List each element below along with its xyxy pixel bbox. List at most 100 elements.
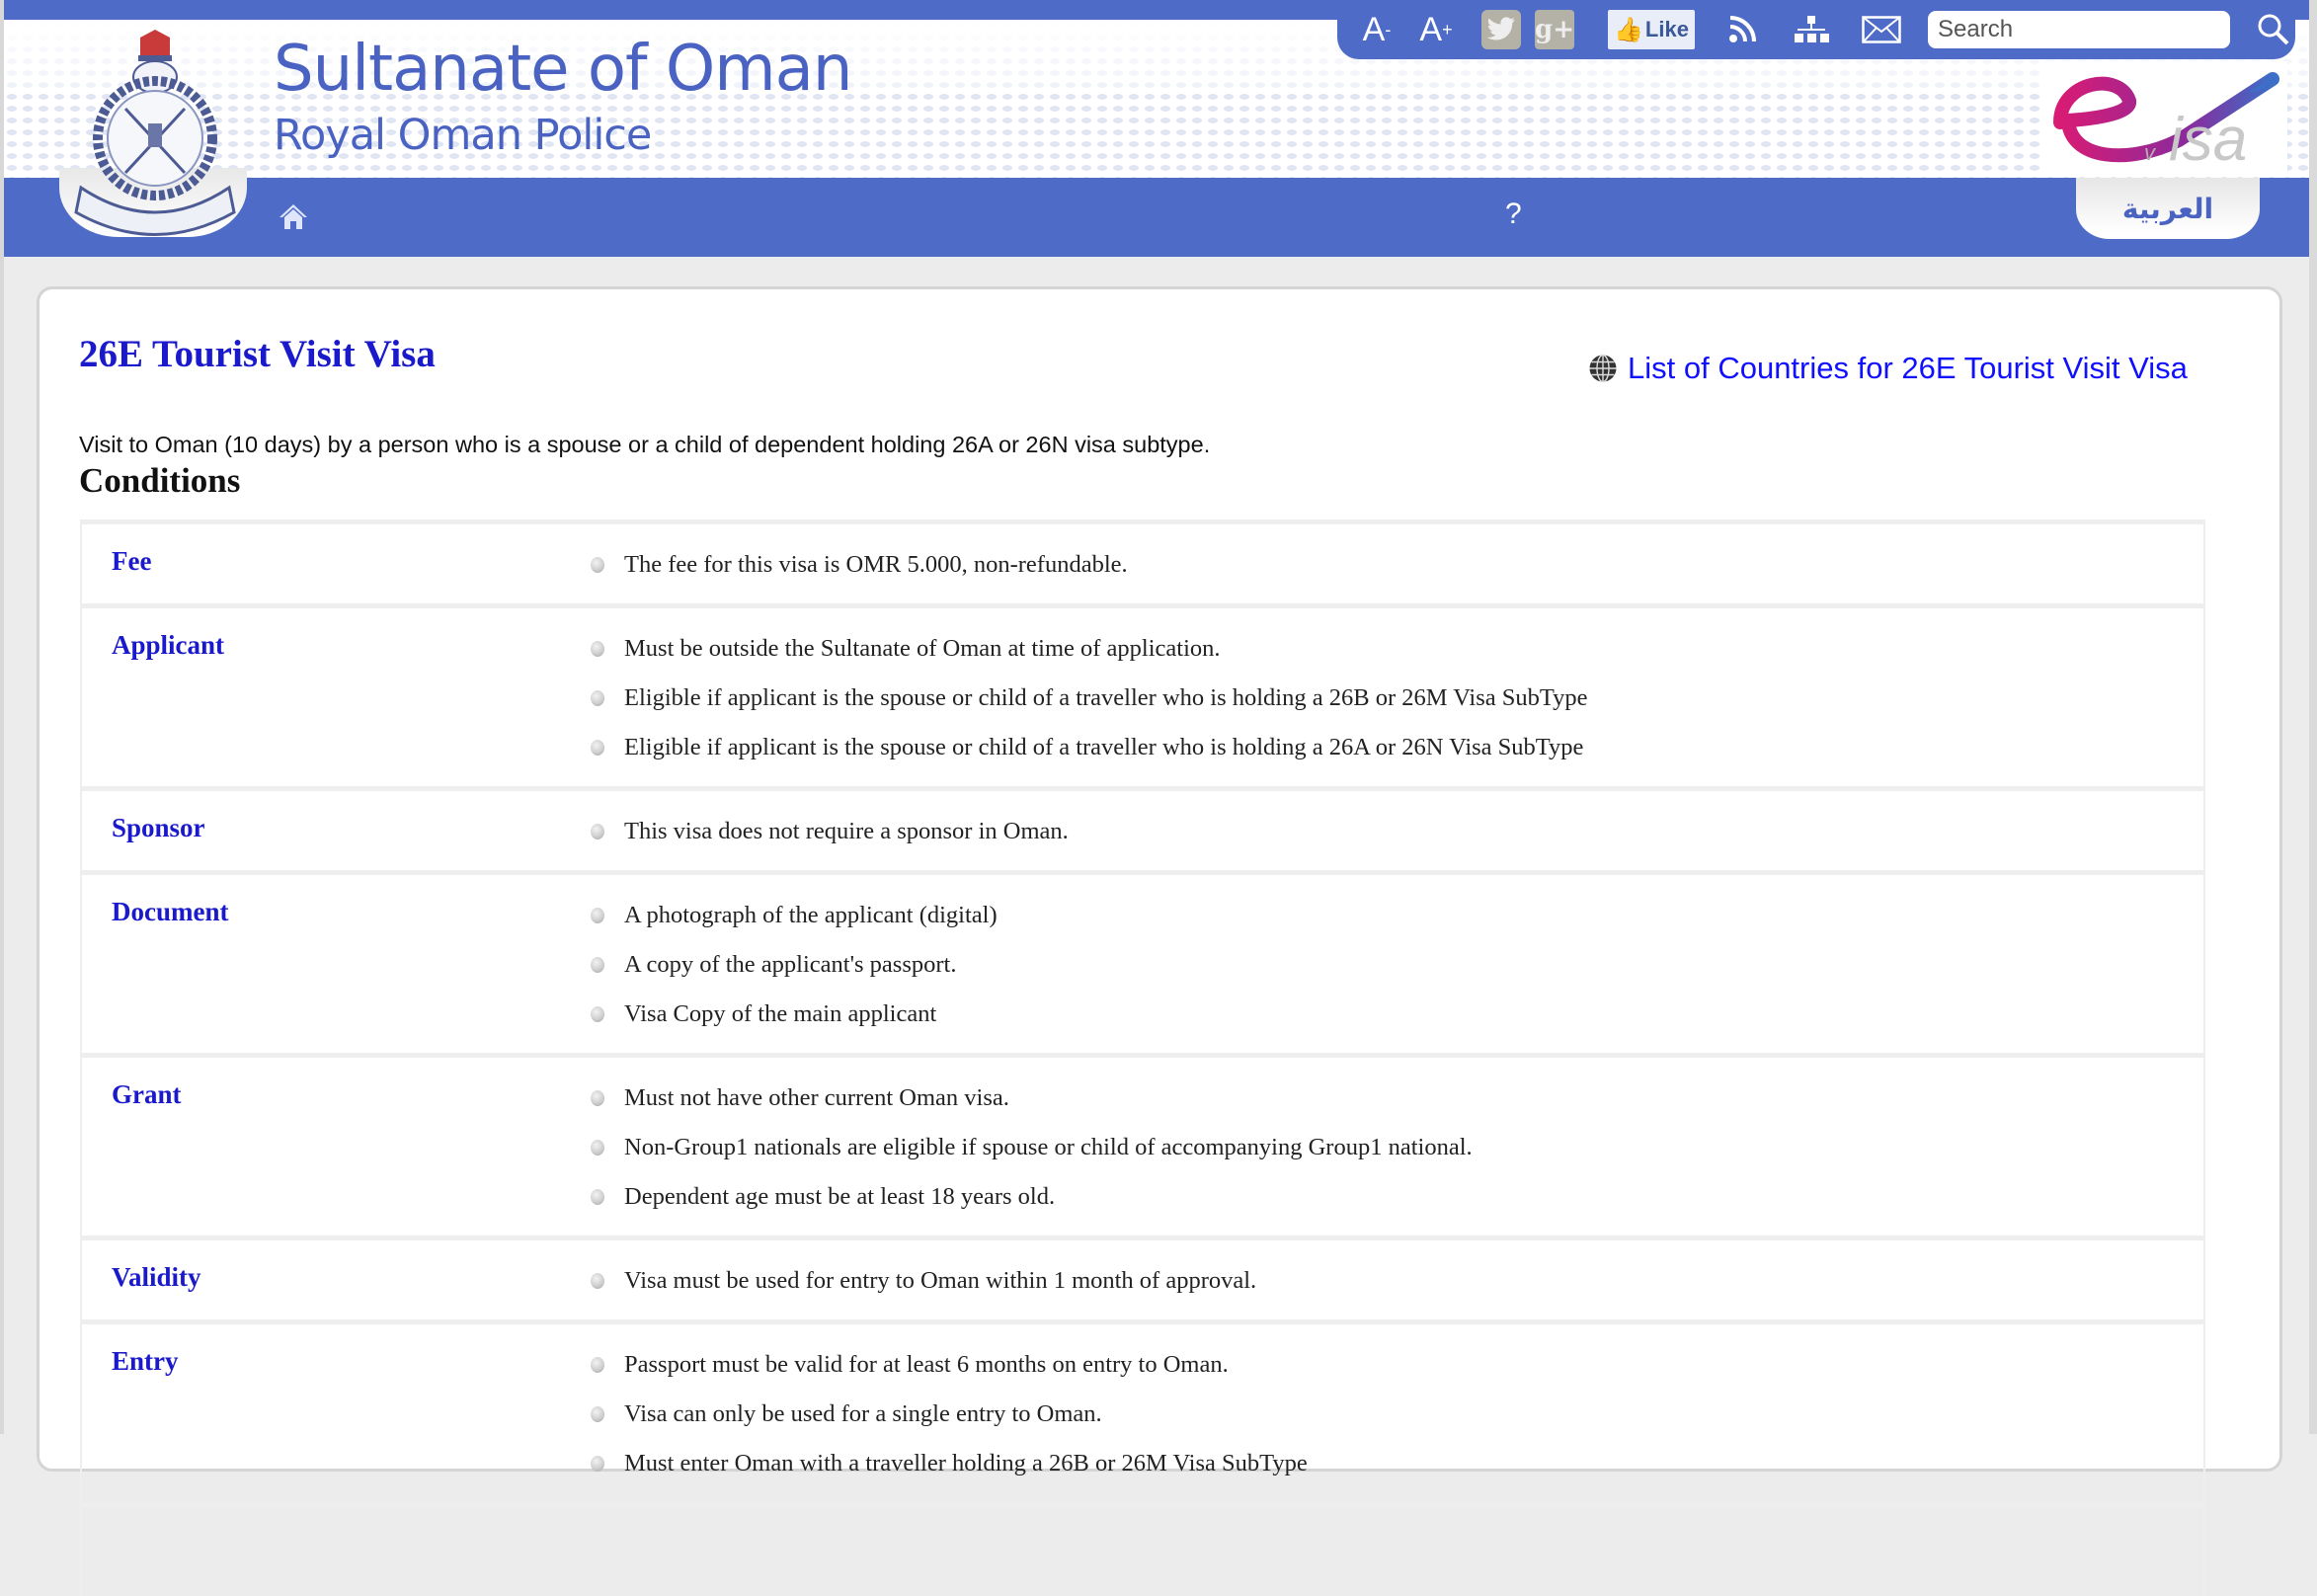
condition-item-text: Eligible if applicant is the spouse or c…: [624, 734, 1584, 760]
bullet-icon: [591, 690, 604, 706]
condition-item: Passport must be valid for at least 6 mo…: [591, 1340, 1308, 1390]
bullet-icon: [591, 1406, 604, 1422]
condition-item: Must not have other current Oman visa.: [591, 1074, 1473, 1123]
like-label: Like: [1644, 17, 1689, 41]
condition-item: Non-Group1 nationals are eligible if spo…: [591, 1123, 1473, 1172]
condition-item: Visa must be used for entry to Oman with…: [591, 1256, 1256, 1306]
twitter-icon[interactable]: [1481, 10, 1521, 49]
conditions-heading: Conditions: [79, 461, 241, 500]
bullet-icon: [591, 957, 604, 973]
visa-details-card: 26E Tourist Visit Visa List of Countries…: [37, 286, 2282, 1596]
home-icon[interactable]: [279, 201, 308, 231]
condition-item: Visa Copy of the main applicant: [591, 990, 998, 1039]
site-subtitle: Royal Oman Police: [274, 111, 652, 160]
thumbs-up-icon: 👍: [1614, 16, 1643, 43]
condition-item-text: Must not have other current Oman visa.: [624, 1084, 1009, 1111]
increase-font-label: A: [1419, 10, 1443, 48]
condition-item-text: Dependent age must be at least 18 years …: [624, 1183, 1056, 1210]
condition-row: Sponsor This visa does not require a spon…: [82, 786, 2203, 870]
bullet-icon: [591, 824, 604, 839]
condition-item-text: Must enter Oman with a traveller holding…: [624, 1450, 1308, 1476]
condition-label: [82, 1523, 591, 1582]
condition-values: The fee for this visa is OMR 5.000, non-…: [591, 540, 1128, 590]
search-icon[interactable]: [2256, 12, 2291, 47]
condition-item: The fee for this visa is OMR 5.000, non-…: [591, 540, 1128, 590]
condition-values: Must not have other current Oman visa. No…: [591, 1074, 1473, 1222]
condition-item: A photograph of the applicant (digital): [591, 891, 998, 940]
condition-label: Sponsor: [112, 813, 205, 842]
condition-item: Dependent age must be at least 18 years …: [591, 1172, 1473, 1222]
condition-row: Validity Visa must be used for entry to O…: [82, 1236, 2203, 1319]
condition-item: Must enter Oman with a traveller holding…: [591, 1439, 1308, 1488]
condition-item-text: The fee for this visa is OMR 5.000, non-…: [624, 551, 1128, 578]
condition-label: Grant: [112, 1079, 182, 1109]
nav-bar: [4, 178, 2309, 257]
decrease-font-button[interactable]: A-: [1357, 10, 1397, 49]
site-title: Sultanate of Oman: [274, 33, 852, 106]
condition-item-text: Visa must be used for entry to Oman with…: [624, 1267, 1257, 1294]
condition-row: Grant Must not have other current Oman vi…: [82, 1053, 2203, 1236]
condition-values: A photograph of the applicant (digital) A…: [591, 891, 998, 1039]
bullet-icon: [591, 1273, 604, 1289]
condition-item-text: Visa Copy of the main applicant: [624, 1000, 937, 1027]
bullet-icon: [591, 1357, 604, 1373]
svg-text:isa: isa: [2169, 106, 2247, 174]
help-link[interactable]: ?: [1505, 198, 1522, 231]
site-header: Sultanate of Oman Royal Oman Police ? A-…: [4, 0, 2309, 257]
condition-values: Must be outside the Sultanate of Oman at…: [591, 624, 1588, 772]
sitemap-icon[interactable]: [1790, 10, 1833, 49]
condition-label: Applicant: [112, 630, 225, 660]
condition-item-text: A copy of the applicant's passport.: [624, 951, 957, 978]
condition-row: [82, 1502, 2203, 1596]
condition-row: Entry Passport must be valid for at least…: [82, 1319, 2203, 1502]
email-icon[interactable]: [1859, 10, 1904, 49]
bullet-icon: [591, 908, 604, 923]
condition-label: Entry: [112, 1346, 179, 1376]
condition-item-text: A photograph of the applicant (digital): [624, 902, 998, 928]
condition-values: Passport must be valid for at least 6 mo…: [591, 1340, 1308, 1488]
evisa-logo-icon[interactable]: isa v: [2040, 61, 2287, 176]
bullet-icon: [591, 740, 604, 756]
bullet-icon: [591, 1140, 604, 1156]
visa-title: 26E Tourist Visit Visa: [79, 333, 436, 375]
condition-label: Document: [112, 897, 229, 926]
google-plus-icon[interactable]: g+: [1535, 10, 1574, 49]
decrease-font-sup: -: [1385, 19, 1392, 40]
visa-description: Visit to Oman (10 days) by a person who …: [79, 432, 1211, 457]
condition-item: This visa does not require a sponsor in …: [591, 807, 1069, 856]
decrease-font-label: A: [1362, 10, 1386, 48]
condition-label: Fee: [112, 546, 152, 576]
condition-item-text: Visa can only be used for a single entry…: [624, 1400, 1102, 1427]
condition-item: Eligible if applicant is the spouse or c…: [591, 674, 1588, 723]
search-input[interactable]: [1928, 11, 2230, 48]
condition-values: Visa must be used for entry to Oman with…: [591, 1256, 1256, 1306]
increase-font-button[interactable]: A +: [1412, 10, 1460, 49]
bullet-icon: [591, 1189, 604, 1205]
countries-link-label: List of Countries for 26E Tourist Visit …: [1628, 351, 2188, 385]
bullet-icon: [591, 641, 604, 657]
condition-item: A copy of the applicant's passport.: [591, 940, 998, 990]
bullet-icon: [591, 1456, 604, 1472]
condition-item: Eligible if applicant is the spouse or c…: [591, 723, 1588, 772]
globe-icon: [1589, 354, 1617, 383]
facebook-like-button[interactable]: 👍 Like: [1608, 10, 1695, 49]
condition-row: Document A photograph of the applicant (d…: [82, 870, 2203, 1053]
royal-oman-police-emblem-icon[interactable]: [71, 30, 239, 237]
condition-item: Visa can only be used for a single entry…: [591, 1390, 1308, 1439]
header-toolbar: A- A + g+ 👍 Like: [1337, 0, 2295, 59]
countries-list-link[interactable]: List of Countries for 26E Tourist Visit …: [1588, 351, 2188, 386]
increase-font-sup: +: [1442, 19, 1453, 40]
condition-row: Applicant Must be outside the Sultanate o…: [82, 603, 2203, 786]
condition-values: This visa does not require a sponsor in …: [591, 807, 1069, 856]
language-switch-arabic[interactable]: العربية: [2076, 178, 2260, 239]
bullet-icon: [591, 1090, 604, 1106]
conditions-table: Fee The fee for this visa is OMR 5.000, n…: [80, 519, 2205, 1596]
condition-item-text: This visa does not require a sponsor in …: [624, 818, 1069, 844]
scrollbar-track[interactable]: [2309, 0, 2317, 1434]
condition-row: Fee The fee for this visa is OMR 5.000, n…: [82, 519, 2203, 603]
condition-item-text: Eligible if applicant is the spouse or c…: [624, 684, 1588, 711]
condition-item-text: Non-Group1 nationals are eligible if spo…: [624, 1134, 1473, 1160]
rss-icon[interactable]: [1722, 10, 1762, 49]
condition-item-text: Must be outside the Sultanate of Oman at…: [624, 635, 1221, 662]
condition-label: Validity: [112, 1262, 201, 1292]
